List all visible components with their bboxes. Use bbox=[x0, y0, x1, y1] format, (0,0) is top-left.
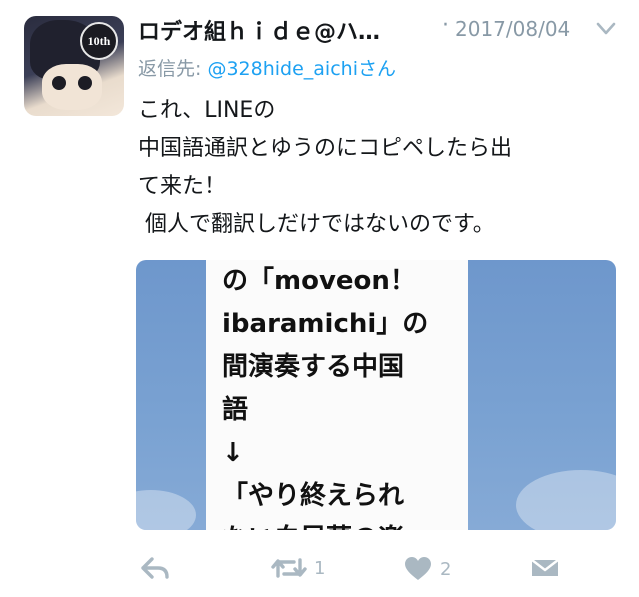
retweet-count: 1 bbox=[314, 557, 326, 579]
like-button[interactable]: 2 bbox=[404, 556, 451, 582]
avatar-eye-left bbox=[52, 76, 66, 90]
media-text-line: ない白昼夢の楽 bbox=[222, 518, 472, 530]
media-text-line: 語 bbox=[222, 395, 249, 425]
reply-icon bbox=[141, 557, 169, 579]
tweet-text: これ、LINEの 中国語通訳とゆうのにコピペしたら出 て来た！ 個人で翻訳しだけ… bbox=[138, 92, 618, 244]
retweet-icon bbox=[271, 558, 307, 578]
media-text-line: ↓ bbox=[222, 438, 244, 468]
avatar-eye-right bbox=[78, 76, 92, 90]
tweet-date[interactable]: 2017/08/04 bbox=[455, 17, 570, 41]
media-text-line: の「moveon！ bbox=[222, 266, 416, 296]
media-text-line: 間演奏する中国 bbox=[222, 352, 405, 382]
reply-button[interactable] bbox=[140, 556, 170, 580]
heart-icon bbox=[405, 557, 431, 580]
reply-prefix: 返信先: bbox=[138, 58, 208, 80]
tweet-text-line: て来た！ bbox=[138, 174, 227, 199]
cloud-shape bbox=[516, 470, 616, 530]
tweet-text-line: 個人で翻訳しだけではないのです。 bbox=[138, 212, 495, 237]
direct-message-button[interactable] bbox=[530, 556, 560, 580]
like-count: 2 bbox=[440, 558, 452, 580]
retweet-button[interactable]: 1 bbox=[270, 556, 325, 580]
avatar-face bbox=[42, 64, 102, 110]
avatar-badge: 10th bbox=[80, 22, 118, 60]
chevron-down-icon[interactable] bbox=[596, 22, 616, 36]
tweet-text-line: これ、LINEの bbox=[138, 98, 276, 123]
avatar[interactable]: 10th bbox=[24, 16, 124, 116]
separator-dot: · bbox=[442, 13, 449, 38]
media-text-line: ibaramichi」の bbox=[222, 309, 429, 339]
media-text: の「moveon！ ibaramichi」の 間演奏する中国 語 ↓ 「やり終え… bbox=[222, 260, 472, 530]
media-text-line: 「やり終えられ bbox=[222, 481, 405, 511]
tweet-media-image[interactable]: の「moveon！ ibaramichi」の 間演奏する中国 語 ↓ 「やり終え… bbox=[136, 260, 616, 530]
envelope-icon bbox=[531, 559, 559, 576]
cloud-shape bbox=[136, 490, 196, 530]
reply-to-line: 返信先: @328hide_aichiさん bbox=[138, 54, 396, 81]
tweet-text-line: 中国語通訳とゆうのにコピペしたら出 bbox=[138, 136, 513, 161]
display-name[interactable]: ロデオ組ｈｉｄｅ@ハ… bbox=[138, 14, 438, 46]
tweet-actions: 1 2 bbox=[0, 556, 639, 586]
reply-handle-link[interactable]: @328hide_aichiさん bbox=[207, 58, 396, 80]
